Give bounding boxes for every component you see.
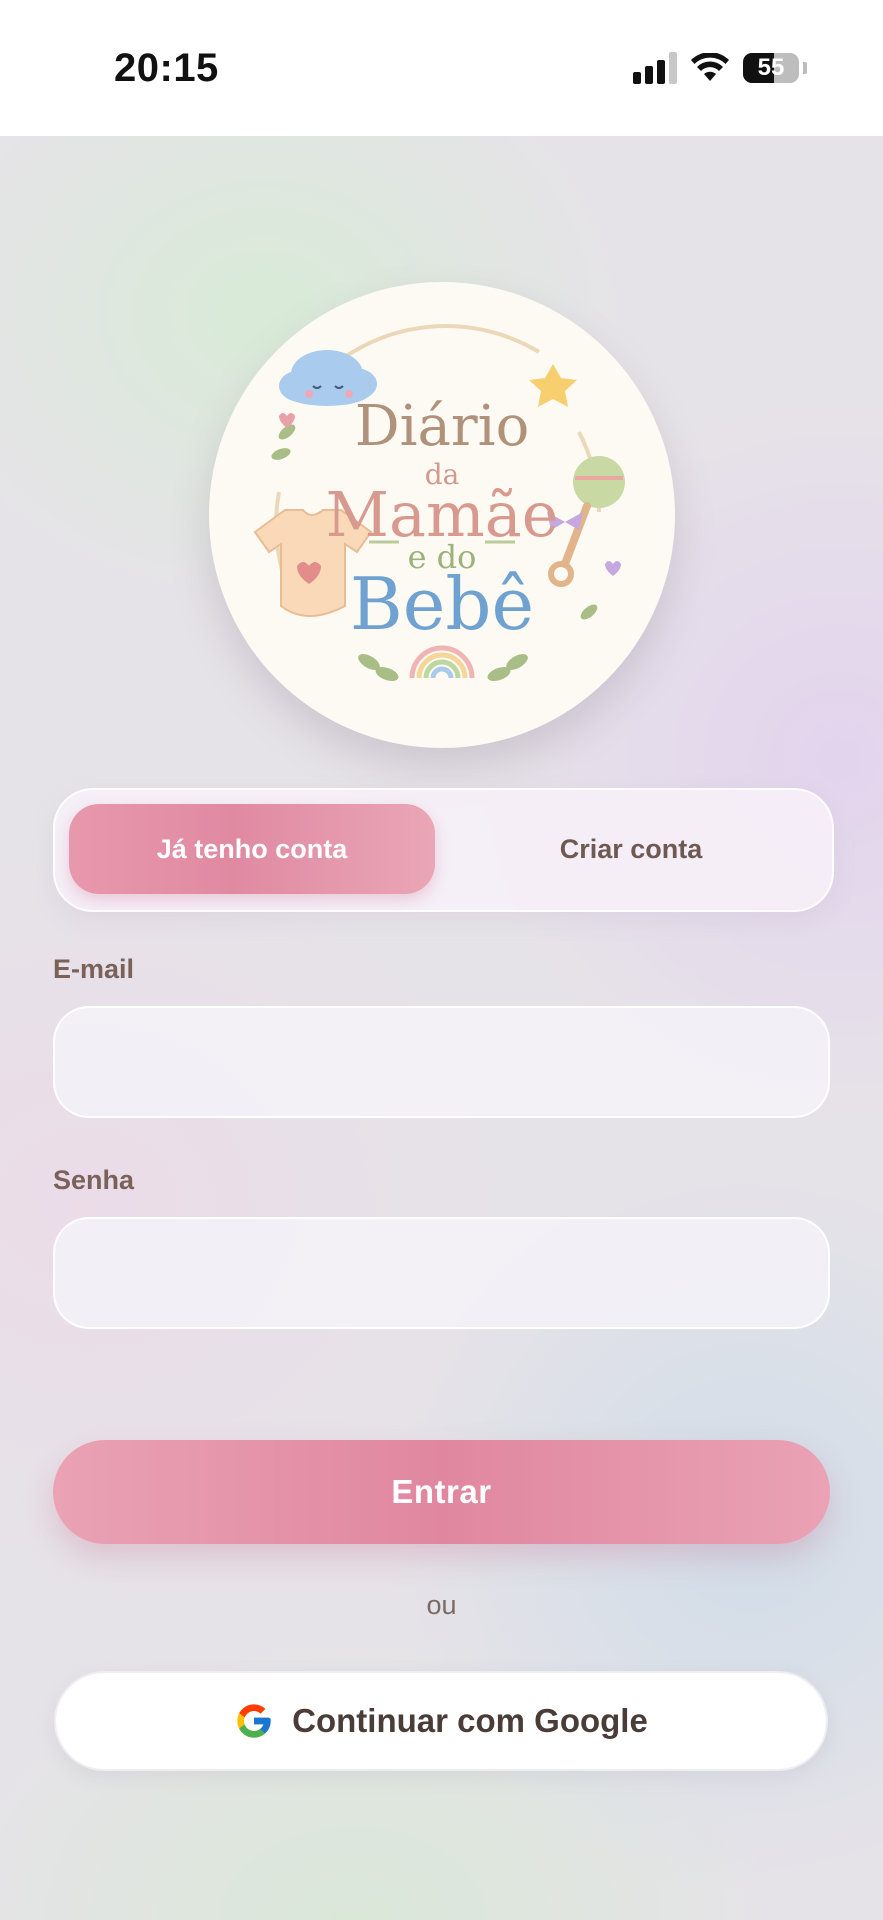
email-field[interactable] (53, 1006, 830, 1118)
battery-level: 55 (757, 54, 785, 81)
login-button[interactable]: Entrar (53, 1440, 830, 1544)
login-screen: Diário da Mamãe e do Bebê Já tenho conta… (0, 136, 883, 1920)
password-field[interactable] (53, 1217, 830, 1329)
password-label: Senha (53, 1165, 135, 1195)
google-g-icon (237, 1704, 271, 1738)
auth-mode-tabs: Já tenho conta Criar conta (53, 788, 834, 912)
wifi-icon (691, 53, 729, 81)
tab-login[interactable]: Já tenho conta (69, 804, 435, 894)
rainbow-icon (409, 645, 475, 679)
logo-title-diario: Diário (354, 394, 530, 459)
cellular-signal-icon (633, 52, 677, 84)
battery-icon: 55 (743, 53, 799, 83)
status-icons: 55 (633, 52, 807, 84)
separator-text: ou (426, 1590, 457, 1620)
email-label: E-mail (53, 954, 135, 984)
status-bar: 20:15 55 (0, 0, 883, 136)
google-sign-in-button[interactable]: Continuar com Google (54, 1671, 828, 1771)
google-button-label: Continuar com Google (292, 1702, 648, 1739)
tab-create-account[interactable]: Criar conta (448, 804, 814, 894)
app-logo: Diário da Mamãe e do Bebê (209, 282, 675, 748)
status-time: 20:15 (114, 46, 219, 90)
logo-title-bebe: Bebê (349, 562, 535, 646)
